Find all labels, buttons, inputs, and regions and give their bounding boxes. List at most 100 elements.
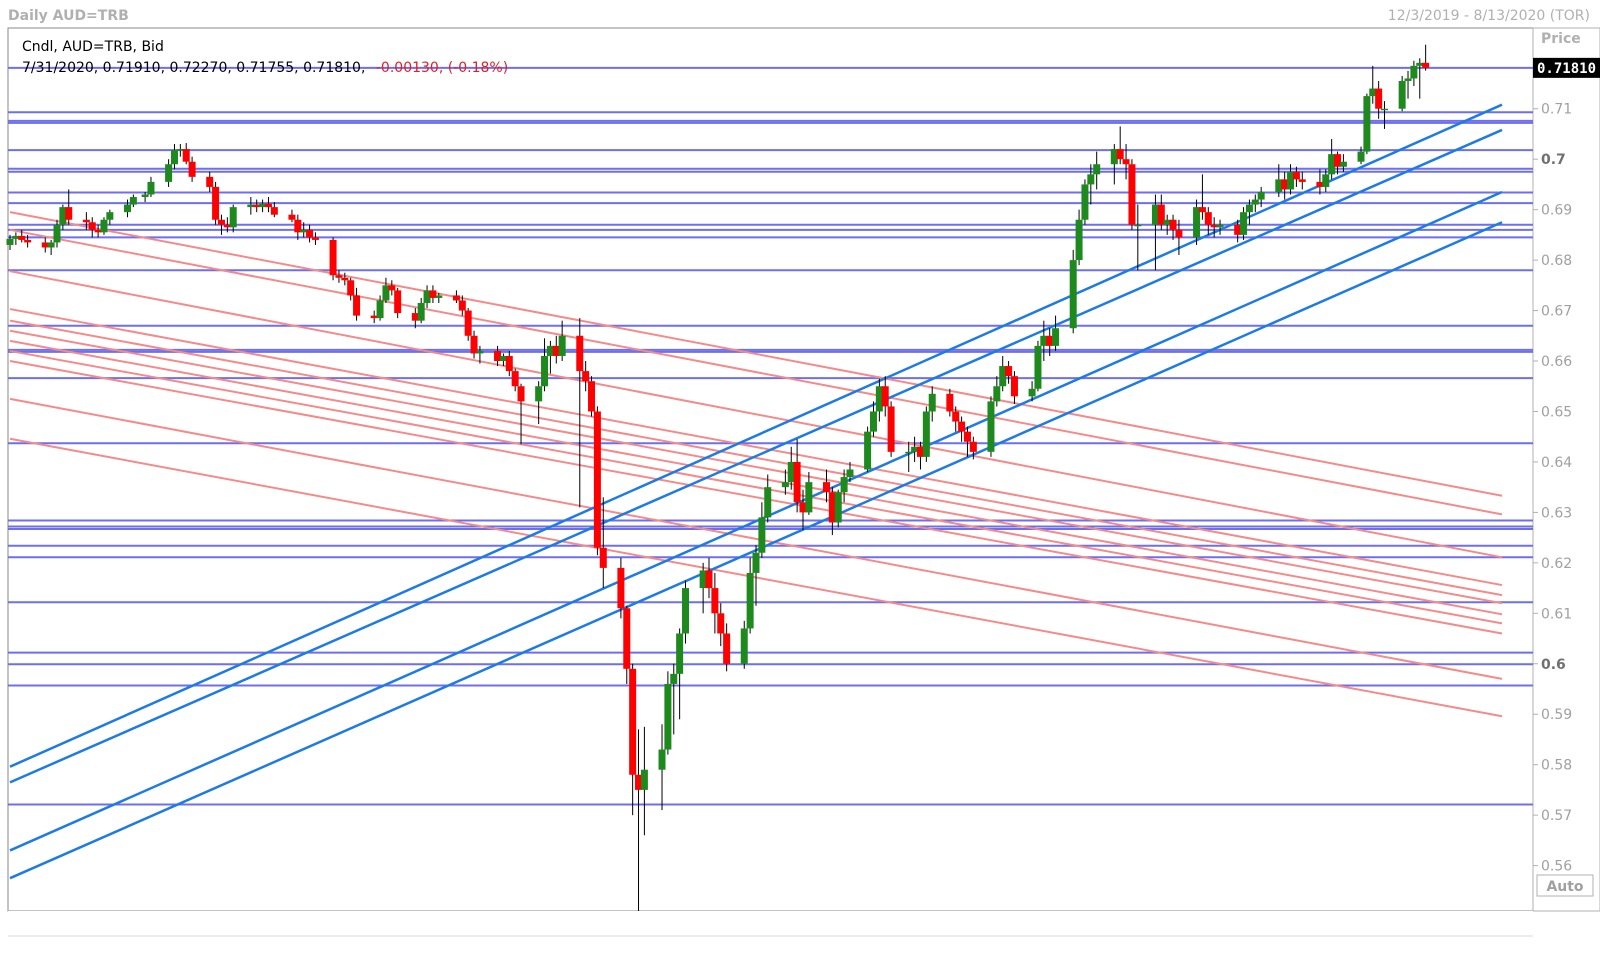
candle-body bbox=[147, 181, 155, 195]
candle-body bbox=[182, 149, 190, 162]
current-price-label: 0.71810 bbox=[1537, 61, 1596, 77]
candle-up bbox=[922, 406, 930, 462]
candle-up bbox=[1081, 179, 1089, 225]
candle-body bbox=[664, 683, 672, 750]
candle-body bbox=[928, 393, 936, 412]
candle-body bbox=[1257, 191, 1265, 200]
candle-body bbox=[805, 482, 813, 513]
candle-body bbox=[18, 235, 26, 240]
candle-body bbox=[311, 237, 319, 240]
candle-body bbox=[1175, 229, 1183, 238]
candle-down bbox=[588, 376, 596, 417]
candle-body bbox=[869, 411, 877, 432]
candle-body bbox=[329, 239, 337, 276]
candle-body bbox=[881, 386, 889, 407]
auto-scale-label: Auto bbox=[1546, 879, 1583, 895]
legend-ohlc-line: 7/31/2020, 0.71910, 0.72270, 0.71755, 0.… bbox=[22, 60, 508, 76]
candle-body bbox=[758, 517, 766, 553]
candle-body bbox=[541, 355, 549, 387]
candle-body bbox=[1069, 260, 1077, 329]
candle-body bbox=[288, 214, 296, 220]
candle-up bbox=[1363, 93, 1371, 155]
title-bar bbox=[0, 0, 1600, 28]
candle-body bbox=[464, 310, 472, 336]
candle-body bbox=[1363, 96, 1371, 152]
candle-body bbox=[53, 224, 61, 243]
candle-body bbox=[353, 295, 361, 316]
y-tick-label: 0.66 bbox=[1541, 354, 1572, 370]
y-tick-label: 0.63 bbox=[1541, 505, 1572, 521]
y-tick-label: 0.59 bbox=[1541, 707, 1572, 723]
candle-body bbox=[793, 461, 801, 503]
candle-body bbox=[588, 381, 596, 412]
candle-body bbox=[376, 300, 384, 319]
y-tick-label: 0.57 bbox=[1541, 808, 1572, 824]
y-tick-label: 0.69 bbox=[1541, 203, 1572, 219]
y-tick-label: 0.56 bbox=[1541, 859, 1572, 875]
candle-body bbox=[1010, 376, 1018, 397]
candle-body bbox=[670, 673, 678, 684]
y-tick-label: 0.61 bbox=[1541, 606, 1572, 622]
candle-body bbox=[1216, 224, 1224, 228]
candle-body bbox=[846, 469, 854, 478]
candle-body bbox=[212, 186, 220, 220]
candle-body bbox=[623, 608, 631, 669]
candle-body bbox=[676, 633, 684, 674]
candle-body bbox=[1339, 161, 1347, 167]
candle-body bbox=[82, 219, 90, 223]
candle-body bbox=[658, 749, 666, 770]
candle-body bbox=[640, 769, 648, 790]
candle-down bbox=[329, 237, 337, 281]
candle-up bbox=[1069, 250, 1077, 334]
candle-body bbox=[593, 411, 601, 548]
candle-body bbox=[1081, 184, 1089, 220]
candle-down bbox=[593, 406, 601, 556]
candle-body bbox=[558, 335, 566, 356]
candle-body bbox=[922, 411, 930, 457]
candle-body bbox=[969, 441, 977, 452]
candle-body bbox=[394, 290, 402, 314]
candle-body bbox=[100, 219, 108, 233]
candlestick-chart[interactable]: Daily AUD=TRB 12/3/2019 - 8/13/2020 (TOR… bbox=[0, 0, 1600, 958]
candle-body bbox=[1410, 65, 1418, 79]
candle-body bbox=[306, 229, 314, 238]
candle-body bbox=[1134, 224, 1142, 227]
candle-body bbox=[170, 150, 178, 165]
candle-body bbox=[1422, 62, 1430, 68]
candle-body bbox=[347, 280, 355, 296]
candle-body bbox=[952, 411, 960, 422]
candle-body bbox=[1169, 219, 1177, 230]
candle-body bbox=[341, 277, 349, 281]
candle-body bbox=[505, 355, 513, 372]
candle-body bbox=[840, 477, 848, 493]
date-range: 12/3/2019 - 8/13/2020 (TOR) bbox=[1388, 8, 1590, 24]
candle-body bbox=[1005, 366, 1013, 377]
candle-down bbox=[212, 181, 220, 225]
candle-body bbox=[88, 222, 96, 230]
candle-up bbox=[834, 489, 842, 528]
candle-body bbox=[1381, 108, 1389, 111]
candle-body bbox=[476, 350, 484, 354]
candle-body bbox=[388, 285, 396, 291]
time-axis[interactable] bbox=[8, 911, 1533, 958]
candle-body bbox=[963, 431, 971, 442]
candle-body bbox=[864, 431, 872, 470]
candle-body bbox=[452, 295, 460, 301]
candle-body bbox=[106, 212, 114, 220]
candle-body bbox=[723, 633, 731, 664]
candle-body bbox=[458, 300, 466, 311]
candle-body bbox=[1240, 212, 1248, 235]
candle-body bbox=[417, 302, 425, 321]
candle-body bbox=[1251, 199, 1259, 205]
candle-body bbox=[617, 567, 625, 609]
candle-body bbox=[1292, 171, 1300, 180]
candle-body bbox=[1375, 88, 1383, 109]
candle-body bbox=[822, 482, 830, 493]
candle-body bbox=[24, 239, 32, 243]
candle-down bbox=[1128, 159, 1136, 230]
candle-body bbox=[987, 401, 995, 452]
candle-body bbox=[335, 275, 343, 278]
chart-window: Daily AUD=TRB 12/3/2019 - 8/13/2020 (TOR… bbox=[0, 0, 1600, 958]
candle-body bbox=[1298, 179, 1306, 182]
candle-body bbox=[206, 176, 214, 187]
